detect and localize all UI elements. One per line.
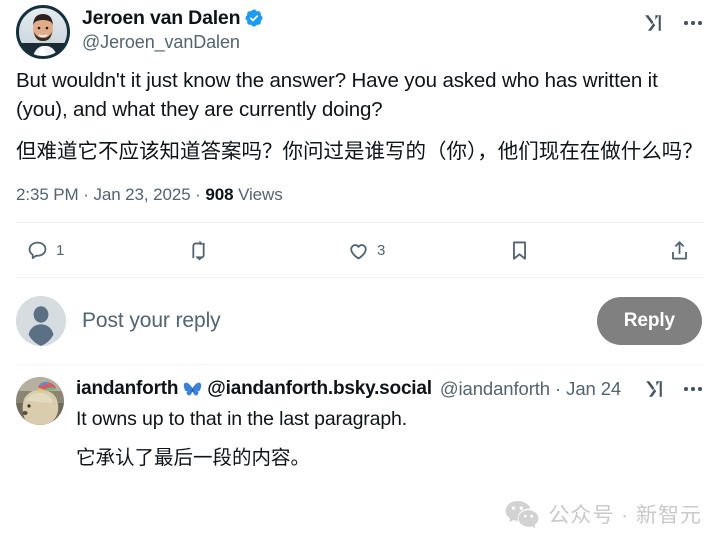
reply-bluesky-handle[interactable]: @iandanforth.bsky.social [207, 378, 432, 400]
grok-icon[interactable] [642, 11, 666, 35]
more-options-icon[interactable] [682, 15, 704, 31]
tweet-action-bar: 1 3 [0, 223, 720, 277]
verified-badge-icon [245, 9, 263, 27]
reply-header: iandanforth @iandanforth.bsky.social @ia… [76, 377, 704, 401]
reply-tweet: iandanforth @iandanforth.bsky.social @ia… [0, 365, 720, 474]
like-count: 3 [377, 241, 386, 259]
author-name-block: Jeroen van Dalen @Jeroen_vanDalen [82, 5, 642, 53]
dot [684, 387, 688, 391]
display-name-row: Jeroen van Dalen [82, 7, 642, 29]
reply-content: iandanforth @iandanforth.bsky.social @ia… [76, 377, 704, 474]
bluesky-butterfly-icon [184, 382, 202, 395]
share-action[interactable] [668, 239, 698, 262]
reply-composer: Post your reply Reply [0, 278, 720, 364]
reply-date[interactable]: Jan 24 [566, 378, 621, 400]
reply-text-chinese: 它承认了最后一段的内容。 [76, 447, 311, 469]
reply-input-placeholder[interactable]: Post your reply [82, 309, 597, 333]
retweet-action[interactable] [187, 239, 348, 262]
tweet-text-english: But wouldn't it just know the answer? Ha… [16, 69, 658, 121]
reply-separator: · [555, 378, 562, 399]
tweet-text-chinese: 但难道它不应该知道答案吗？你问过是谁写的（你），他们现在在做什么吗？ [16, 140, 703, 163]
meta-separator: · [83, 185, 89, 204]
reply-text-english: It owns up to that in the last paragraph… [76, 408, 407, 430]
dot [698, 21, 702, 25]
bookmark-action[interactable] [508, 239, 669, 262]
dot [684, 21, 688, 25]
reply-header-actions [643, 377, 704, 401]
meta-separator: · [195, 185, 201, 204]
like-heart-icon [350, 243, 367, 259]
share-icon [672, 240, 687, 260]
tweet-date: Jan 23, 2025 [93, 185, 191, 204]
more-options-icon[interactable] [682, 381, 704, 397]
avatar-photo-dog [16, 377, 64, 425]
like-action[interactable]: 3 [347, 239, 508, 262]
wechat-watermark: 公众号 · 新智元 [505, 499, 702, 529]
avatar[interactable] [16, 5, 70, 59]
reply-action[interactable]: 1 [26, 239, 187, 262]
tweet-detail-page: Jeroen van Dalen @Jeroen_vanDalen But wo… [0, 0, 720, 541]
watermark-text: 公众号 · 新智元 [548, 504, 702, 527]
dot [698, 387, 702, 391]
grok-icon[interactable] [643, 377, 667, 401]
author-display-name[interactable]: Jeroen van Dalen [82, 7, 240, 29]
avatar-photo-man [16, 5, 70, 59]
wechat-icon [505, 500, 539, 528]
author-handle[interactable]: @Jeroen_vanDalen [82, 32, 642, 53]
reply-avatar[interactable] [16, 377, 64, 425]
retweet-icon [191, 240, 205, 260]
views-count: 908 [205, 185, 234, 204]
dot [691, 21, 695, 25]
tweet-body: But wouldn't it just know the answer? Ha… [0, 58, 720, 167]
default-avatar-icon [16, 296, 66, 346]
tweet-time: 2:35 PM [16, 185, 79, 204]
dot [691, 387, 695, 391]
tweet-header-actions [642, 5, 704, 35]
tweet-header: Jeroen van Dalen @Jeroen_vanDalen [0, 0, 720, 59]
reply-author-display-name[interactable]: iandanforth [76, 378, 178, 400]
reply-count: 1 [56, 241, 65, 259]
tweet-meta: 2:35 PM · Jan 23, 2025 · 908 Views [0, 167, 720, 205]
reply-author-handle[interactable]: @iandanforth [440, 378, 550, 400]
bookmark-icon [512, 241, 526, 260]
reply-icon [28, 241, 47, 259]
views-label: Views [238, 185, 283, 204]
reply-submit-button[interactable]: Reply [596, 297, 702, 345]
composer-avatar[interactable] [16, 296, 66, 346]
